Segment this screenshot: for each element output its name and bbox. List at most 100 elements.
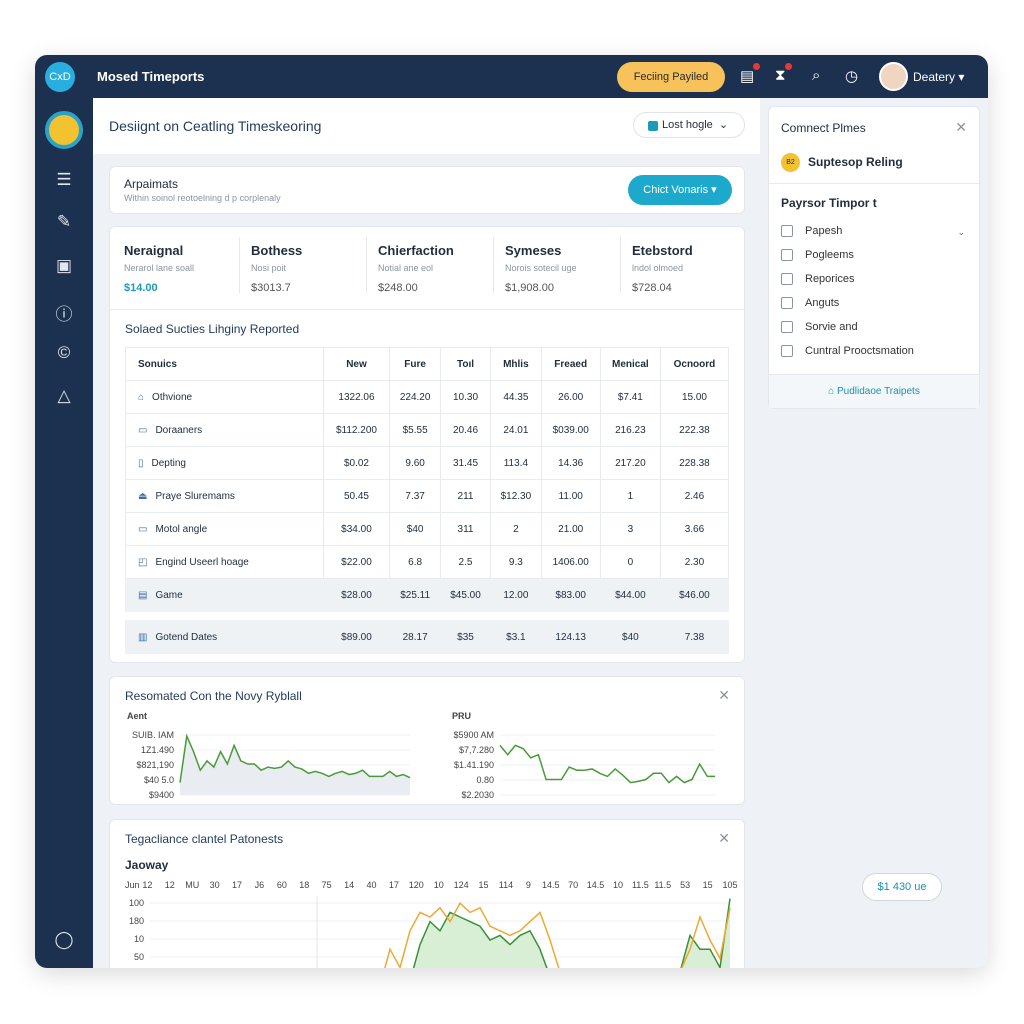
table-cell: $7.41 [599,380,661,414]
table-cell: $46.00 [659,578,730,612]
table-cell: 2.5 [439,545,492,579]
checkbox-item[interactable]: Cuntral Prooctsmation [781,345,914,358]
report-table: Sonuics New Fure Toıl Mhlis Freaed Menical Ocno… [125,347,730,654]
table-cell: $3.1 [490,620,542,654]
support-icon[interactable]: ◯ [54,930,74,950]
row-icon: ⌂ [138,391,145,403]
search-icon[interactable]: ⌕ [812,67,820,84]
x-tick-label: 124 [454,880,469,890]
sparkline-charts: Aent SUIB. IAM 1Z1.490 $821,190 $40 5.0 $9400… [127,711,715,800]
column-header[interactable]: Freaed [540,347,601,381]
table-cell: 44.35 [490,380,542,414]
table-row[interactable]: ▯ Depting $0.02 9.60 31.45 113.4 14.36 217.20 22… [125,446,730,480]
copyright-icon[interactable]: © [54,343,74,363]
table-row[interactable]: ▭ Motol angle $34.00 $40 311 2 21.00 3 3.66 [125,512,730,546]
sparkline-card: Resomated Con the Novy Ryblall ✕ Aent SUI… [109,676,745,805]
table-row[interactable]: ▥ Gotend Dates $89.00 28.17 $35 $3.1 124.13 $40… [125,620,730,654]
x-tick-label: 60 [277,880,287,890]
checkbox-item[interactable]: Anguts [781,297,839,310]
stat-item: Chierfaction Notial ane eol $248.00 [378,243,454,294]
table-cell: 26.00 [540,380,601,414]
row-icon: ▯ [138,457,144,469]
table-cell: 217.20 [599,446,661,480]
table-cell: 228.38 [659,446,730,480]
table-cell: 3 [599,512,661,546]
action-dropdown-button[interactable]: Chict Vonaris ▾ [628,175,732,205]
profile-avatar[interactable] [45,111,83,149]
table-cell: 3.66 [659,512,730,546]
checkbox-item[interactable]: Sorvie and [781,321,858,334]
menu-icon[interactable]: ☰ [54,170,74,190]
y-tick-label: $1.41.190 [454,760,494,770]
info-icon[interactable]: ⓘ [54,300,74,325]
app-window: CxD Mosed Timeports Feciing Payiled ▤ ⧗ … [35,55,988,968]
table-row[interactable]: ▤ Game $28.00 $25.11 $45.00 12.00 $83.00 $44.00… [125,578,730,612]
column-header[interactable]: Sonuics [125,347,324,381]
close-icon[interactable]: ✕ [718,687,730,704]
cta-button[interactable]: Feciing Payiled [617,62,725,92]
checkbox-item[interactable]: Reporices [781,273,855,286]
top-bar: CxD Mosed Timeports Feciing Payiled ▤ ⧗ … [35,55,988,98]
close-icon[interactable]: ✕ [718,830,730,847]
panel-name: Suptesop Reling [808,155,903,169]
x-tick-label: 30 [210,880,220,890]
table-cell: 124.13 [540,620,601,654]
x-tick-label: MU [185,880,199,890]
view-dropdown[interactable]: Lost hogle ⌄ [633,112,745,138]
x-tick-label: 14.5 [587,880,605,890]
clock-icon[interactable]: ◷ [845,67,858,85]
table-cell: 2.46 [659,479,730,513]
table-cell: 224.20 [389,380,441,414]
column-header[interactable]: Mhlis [490,347,542,381]
table-cell: 9.3 [490,545,542,579]
column-header[interactable]: Fure [389,347,441,381]
y-tick-label: 50 [134,952,144,962]
column-header[interactable]: Menical [599,347,661,381]
table-cell: ◰ Engind Useerl hoage [125,545,324,579]
close-icon[interactable]: ✕ [955,119,967,136]
table-row[interactable]: ◰ Engind Useerl hoage $22.00 6.8 2.5 9.3 1406.… [125,545,730,579]
sparkline-title: Resomated Con the Novy Ryblall [125,689,302,703]
user-menu[interactable]: Deatery ▾ [913,70,964,84]
table-cell: ▯ Depting [125,446,324,480]
table-cell: 2.30 [659,545,730,579]
x-tick-label: 17 [232,880,242,890]
table-cell: 7.37 [389,479,441,513]
table-row[interactable]: ⏏ Praye Sluremams 50.45 7.37 211 $12.30 11.00 1… [125,479,730,513]
column-header[interactable]: New [322,347,391,381]
panel-footer-link[interactable]: ⌂ Pudlidaoe Traipets [769,374,979,408]
alert-icon[interactable]: △ [54,386,74,406]
column-header[interactable]: Toıl [439,347,492,381]
x-tick-label: 14.5 [542,880,560,890]
checkbox-item[interactable]: Pogleems [781,249,854,262]
chevron-down-icon[interactable]: ⌄ [957,227,965,238]
x-tick-label: Jun [125,880,140,890]
table-row[interactable]: ▭ Doraaners $112.200 $5.55 20.46 24.01 $039.00… [125,413,730,447]
app-logo[interactable]: CxD [45,62,75,92]
y-tick-label: 0.80 [476,775,494,785]
stat-item: Bothess Nosi poit $3013.7 [251,243,303,294]
table-title: Solaed Sucties Lihginy Reported [125,322,300,336]
checkbox-item[interactable]: Papesh [781,225,842,238]
panel-section: Payrsor Timpor t [781,196,877,210]
x-tick-label: 9 [526,880,531,890]
edit-icon[interactable]: ✎ [54,212,74,232]
notifications-icon[interactable]: ▤ [740,63,761,85]
column-header[interactable]: Ocnoord [659,347,730,381]
hourglass-icon[interactable]: ⧗ [775,63,792,84]
y-tick-label: 180 [129,916,144,926]
avatar[interactable] [879,62,908,91]
table-cell: $35 [439,620,492,654]
table-cell: 50.45 [322,479,391,513]
table-cell: 113.4 [490,446,542,480]
table-cell: 7.38 [659,620,730,654]
table-cell: 15.00 [659,380,730,414]
connect-panel: Comnect Plmes ✕ B2 Suptesop Reling Payrs… [768,106,980,409]
table-cell: $22.00 [322,545,391,579]
chart-icon[interactable]: ▣ [54,256,74,276]
stat-item: Neraignal Nerarol lane soall $14.00 [124,243,195,294]
x-tick-label: 18 [299,880,309,890]
floating-button[interactable]: $1 430 ue [862,873,942,901]
y-tick-label: $7,7.280 [459,745,494,755]
table-row[interactable]: ⌂ Othvione 1322.06 224.20 10.30 44.35 26.00 $7.… [125,380,730,414]
